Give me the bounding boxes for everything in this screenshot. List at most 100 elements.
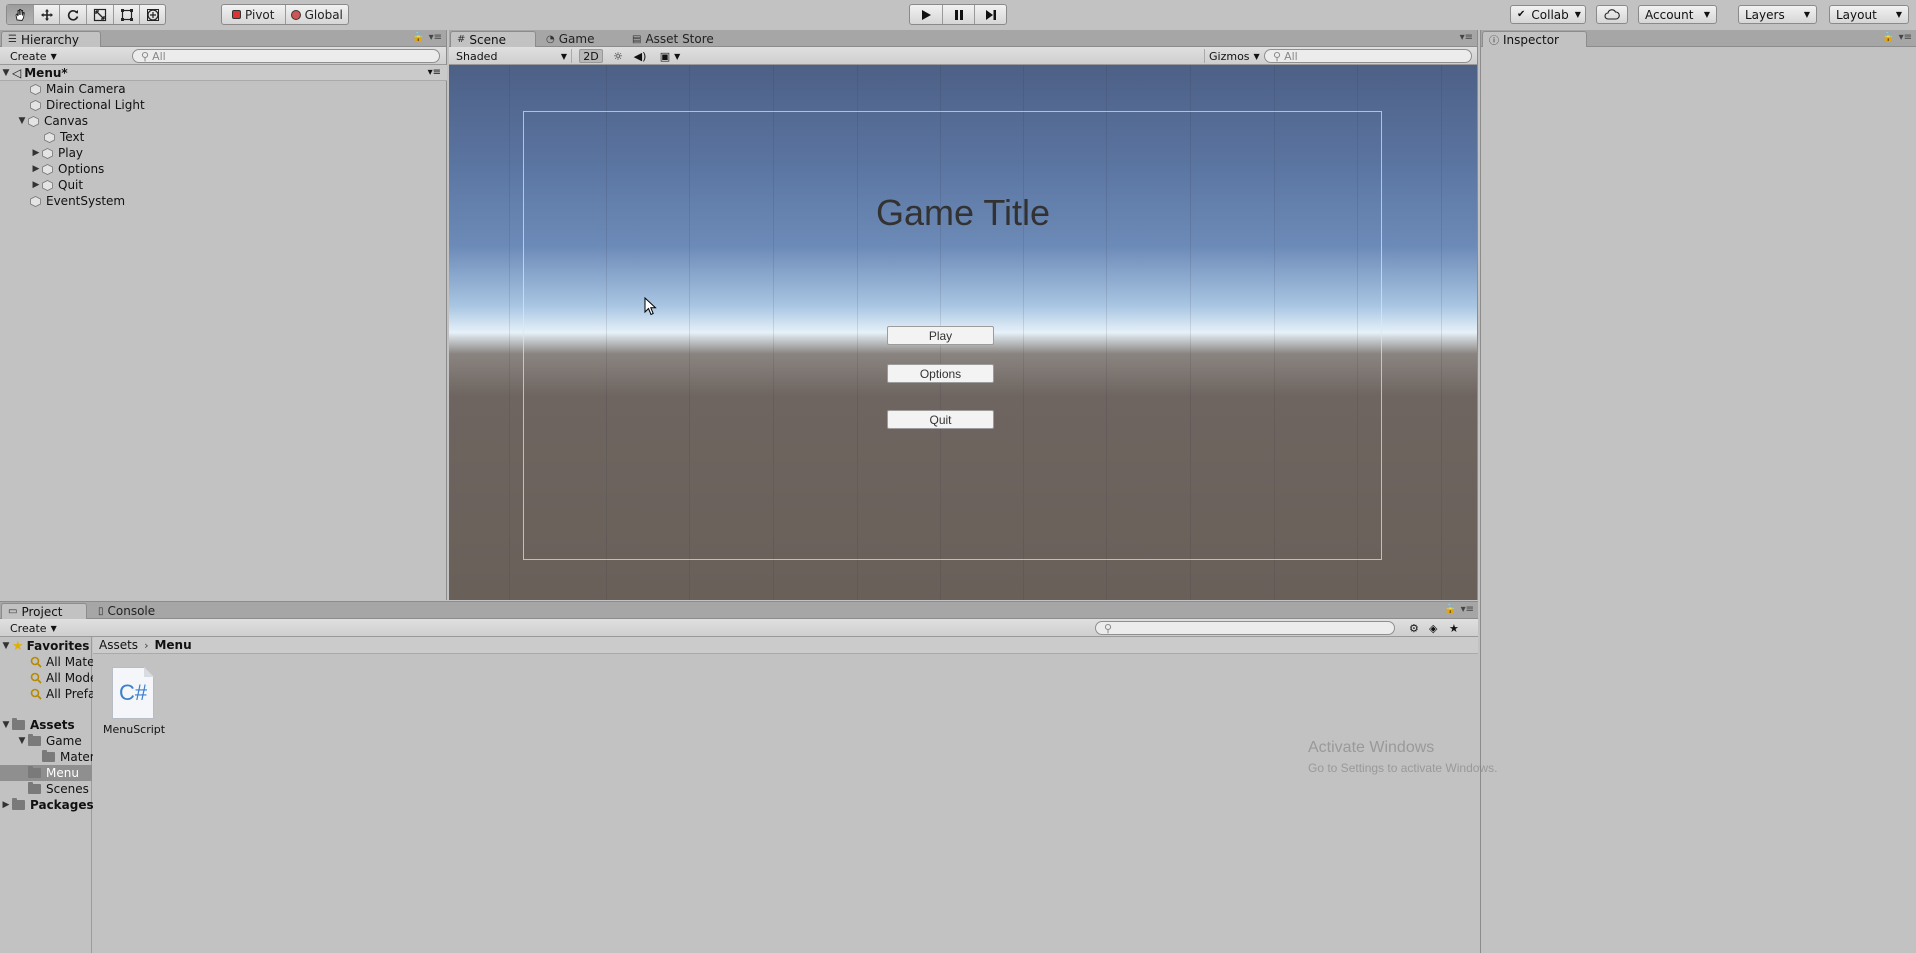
expand-arrow-icon[interactable]: ▼: [0, 720, 12, 730]
create-label: Create: [10, 621, 47, 635]
tab-inspector[interactable]: ⓘ Inspector: [1482, 31, 1587, 47]
expand-arrow-icon[interactable]: ▶: [30, 148, 42, 158]
breadcrumb-item[interactable]: Assets: [99, 638, 138, 652]
packages-row[interactable]: ▶ Packages: [0, 797, 94, 813]
layout-dropdown[interactable]: Layout ▼: [1829, 5, 1909, 24]
menu-play-button[interactable]: Play: [887, 326, 994, 345]
panel-menu-icon[interactable]: ▾≡: [1461, 604, 1474, 615]
folder-icon: [42, 750, 55, 762]
scene-viewport[interactable]: Game Title Play Options Quit: [449, 65, 1477, 600]
scale-tool-icon[interactable]: [87, 5, 114, 24]
tab-project[interactable]: ▭ Project: [1, 603, 87, 619]
lock-icon[interactable]: 🔒: [1444, 604, 1456, 615]
filter-by-label-button[interactable]: ◈: [1425, 621, 1441, 635]
layout-label: Layout: [1836, 7, 1877, 22]
panel-menu-icon[interactable]: ▾≡: [1460, 32, 1473, 43]
hierarchy-item[interactable]: ▶ Quit: [30, 177, 84, 193]
favorites-row[interactable]: ▼ ★ Favorites: [0, 638, 90, 654]
hierarchy-panel: ☰ Hierarchy 🔒 ▾≡ Create ▼ ⚲ All ▼ ◁ Menu…: [0, 30, 447, 600]
effects-dropdown[interactable]: ▣ ▼: [654, 49, 686, 63]
gizmos-dropdown[interactable]: Gizmos ▼: [1204, 49, 1260, 63]
mode-2d-toggle[interactable]: 2D: [579, 49, 603, 63]
move-tool-icon[interactable]: [34, 5, 61, 24]
breadcrumb-item[interactable]: Menu: [154, 638, 191, 652]
folder-label: Game: [46, 734, 82, 748]
hierarchy-item[interactable]: ▼ Canvas: [16, 113, 89, 129]
lock-icon[interactable]: 🔒: [1882, 32, 1894, 43]
activate-windows-watermark: Activate Windows Go to Settings to activ…: [1308, 739, 1497, 775]
expand-arrow-icon[interactable]: ▼: [16, 116, 28, 126]
expand-arrow-icon[interactable]: ▼: [0, 641, 12, 651]
hand-tool-icon[interactable]: [7, 5, 34, 24]
gameobject-icon: [42, 147, 53, 159]
project-create-dropdown[interactable]: Create ▼: [6, 621, 61, 635]
collab-label: Collab: [1531, 7, 1569, 22]
mode-2d-label: 2D: [583, 49, 599, 63]
transform-tool-icon[interactable]: [140, 5, 165, 24]
pivot-button[interactable]: Pivot: [222, 5, 286, 24]
caret-down-icon: ▼: [1895, 10, 1902, 19]
rect-tool-icon[interactable]: [114, 5, 141, 24]
panel-menu-icon[interactable]: ▾≡: [1899, 32, 1912, 43]
global-label: Global: [304, 7, 343, 22]
inspector-panel: ⓘ Inspector 🔒 ▾≡: [1480, 30, 1916, 953]
panel-menu-icon[interactable]: ▾≡: [429, 32, 442, 43]
hierarchy-item[interactable]: EventSystem: [30, 193, 125, 209]
folder-icon: [28, 766, 41, 778]
collab-dropdown[interactable]: ✔ Collab ▼: [1510, 5, 1586, 24]
hierarchy-item[interactable]: ▶ Play: [30, 145, 84, 161]
hierarchy-item[interactable]: Directional Light: [30, 97, 145, 113]
tab-scene[interactable]: # Scene: [450, 31, 536, 47]
folder-item[interactable]: ▼ Game: [16, 733, 82, 749]
hierarchy-item[interactable]: Main Camera: [30, 81, 126, 97]
star-icon: ★: [12, 638, 24, 654]
asset-file[interactable]: C# MenuScript: [103, 667, 165, 736]
menu-quit-button[interactable]: Quit: [887, 410, 994, 429]
tab-game[interactable]: ◔ Game: [540, 31, 602, 47]
tab-asset-store[interactable]: ▤ Asset Store: [626, 31, 722, 47]
global-button[interactable]: Global: [286, 5, 349, 24]
cloud-button[interactable]: [1596, 5, 1628, 24]
tab-hierarchy[interactable]: ☰ Hierarchy: [1, 31, 101, 47]
lighting-toggle[interactable]: ☼: [607, 49, 629, 63]
filter-type-icon: ⚙: [1409, 621, 1419, 635]
rotate-tool-icon[interactable]: [60, 5, 88, 24]
layers-dropdown[interactable]: Layers ▼: [1738, 5, 1817, 24]
favorite-button[interactable]: ★: [1445, 621, 1463, 635]
scene-root-row[interactable]: ▼ ◁ Menu* ▾≡: [0, 65, 447, 81]
expand-arrow-icon[interactable]: ▶: [30, 164, 42, 174]
account-dropdown[interactable]: Account ▼: [1638, 5, 1717, 24]
expand-arrow-icon[interactable]: ▼: [16, 736, 28, 746]
gizmos-label: Gizmos: [1209, 49, 1250, 63]
layers-label: Layers: [1745, 7, 1785, 22]
assets-root-row[interactable]: ▼ Assets: [0, 717, 75, 733]
tab-console[interactable]: ▯ Console: [92, 603, 163, 619]
hierarchy-item[interactable]: ▶ Options: [30, 161, 105, 177]
scene-search-input[interactable]: ⚲ All: [1264, 49, 1472, 63]
favorites-label: Favorites: [26, 639, 90, 653]
audio-toggle[interactable]: ◀): [629, 49, 651, 63]
game-title-text[interactable]: Game Title: [449, 192, 1477, 234]
expand-arrow-icon[interactable]: ▶: [30, 180, 42, 190]
hierarchy-create-dropdown[interactable]: Create ▼: [6, 49, 61, 63]
folder-item-selected[interactable]: Menu: [0, 765, 92, 781]
expand-arrow-icon[interactable]: ▶: [0, 800, 12, 810]
transform-tools-group: [6, 4, 166, 25]
shading-mode-dropdown[interactable]: Shaded ▼: [452, 49, 572, 63]
pivot-label: Pivot: [245, 7, 275, 22]
pause-button[interactable]: [943, 5, 975, 24]
filter-by-type-button[interactable]: ⚙: [1405, 621, 1423, 635]
folder-item[interactable]: Scenes: [28, 781, 89, 797]
scene-panel-controls: ▾≡: [1460, 32, 1473, 43]
scene-menu-icon[interactable]: ▾≡: [428, 67, 441, 78]
project-search-input[interactable]: ⚲: [1095, 621, 1395, 635]
check-icon: ✔: [1517, 9, 1526, 20]
play-button[interactable]: [910, 5, 943, 24]
menu-options-button[interactable]: Options: [887, 364, 994, 383]
playback-controls: [909, 4, 1007, 25]
hierarchy-search-input[interactable]: ⚲ All: [132, 49, 440, 63]
hierarchy-item[interactable]: Text: [44, 129, 84, 145]
expand-arrow-icon[interactable]: ▼: [0, 68, 12, 78]
lock-icon[interactable]: 🔒: [412, 32, 424, 43]
step-button[interactable]: [975, 5, 1006, 24]
